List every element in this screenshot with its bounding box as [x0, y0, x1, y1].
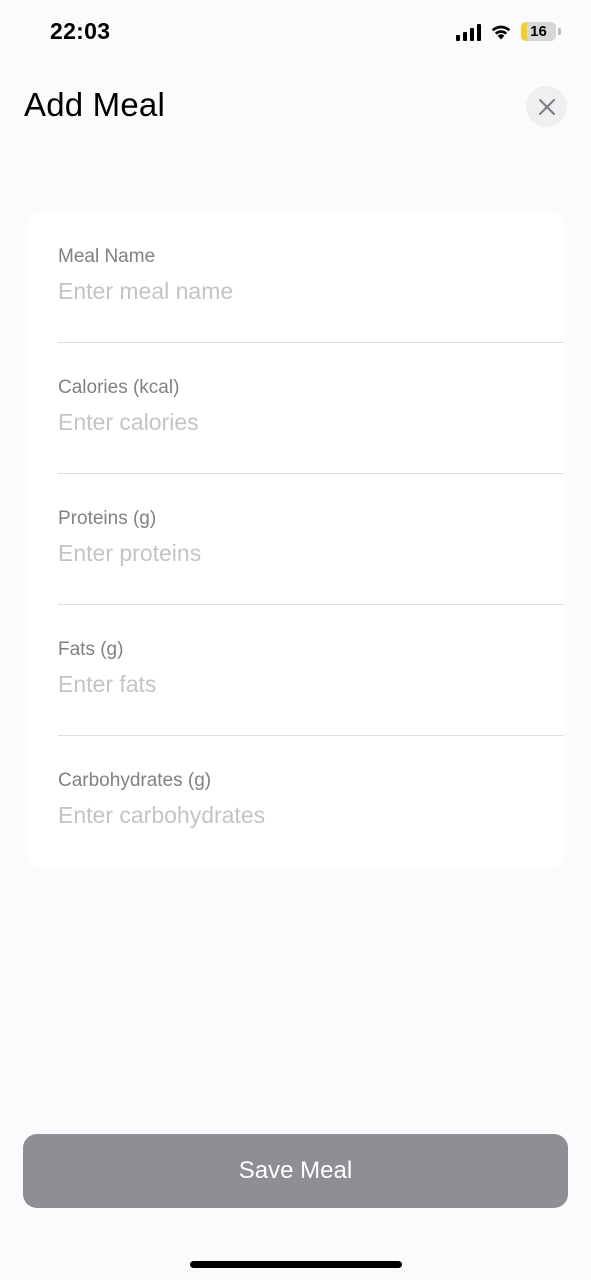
close-button[interactable] [526, 86, 567, 127]
home-indicator [190, 1261, 402, 1268]
status-bar: 22:03 16 [0, 0, 591, 64]
fats-label: Fats (g) [58, 639, 124, 660]
status-time: 22:03 [50, 18, 111, 44]
fats-field: Fats (g) [58, 605, 564, 736]
meal-name-field: Meal Name [58, 212, 564, 343]
proteins-label: Proteins (g) [58, 508, 157, 529]
wifi-icon [490, 23, 512, 40]
meal-form: Meal Name Calories (kcal) Proteins (g) F… [28, 212, 564, 867]
cellular-signal-icon [456, 23, 481, 41]
proteins-field: Proteins (g) [58, 474, 564, 605]
carbohydrates-field: Carbohydrates (g) [58, 736, 564, 867]
battery-level: 16 [530, 23, 547, 40]
close-icon [538, 98, 555, 115]
battery-fill [521, 22, 527, 41]
battery-icon: 16 [521, 22, 556, 41]
fats-input[interactable] [58, 671, 538, 698]
save-meal-button[interactable]: Save Meal [23, 1134, 568, 1208]
calories-field: Calories (kcal) [58, 343, 564, 474]
carbohydrates-input[interactable] [58, 802, 538, 829]
calories-input[interactable] [58, 409, 538, 436]
battery-cap [558, 28, 561, 35]
page-title: Add Meal [24, 86, 166, 123]
status-icons: 16 [456, 22, 561, 41]
calories-label: Calories (kcal) [58, 377, 180, 398]
carbohydrates-label: Carbohydrates (g) [58, 770, 212, 791]
proteins-input[interactable] [58, 540, 538, 567]
meal-name-label: Meal Name [58, 246, 156, 267]
meal-name-input[interactable] [58, 278, 538, 305]
